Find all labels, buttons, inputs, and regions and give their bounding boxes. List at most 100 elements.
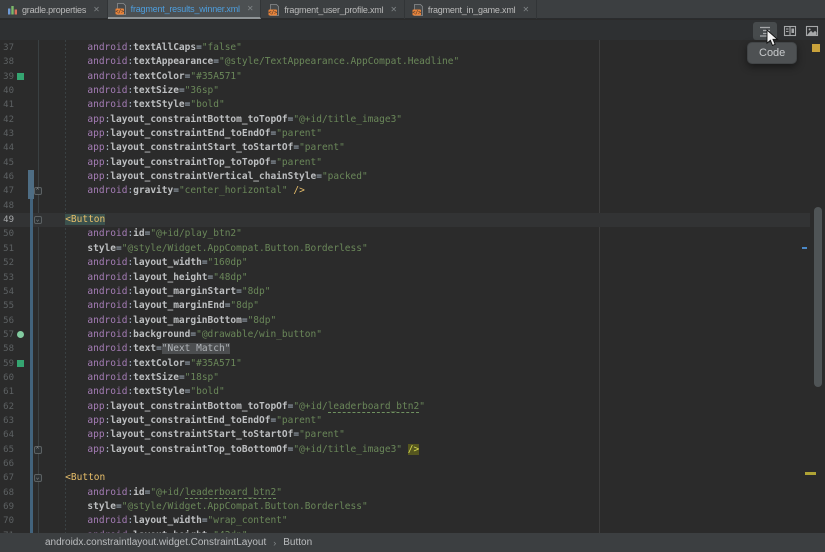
vcs-change-marker[interactable]: [30, 199, 33, 213]
code-line-54[interactable]: 54android:layout_marginStart="8dp": [0, 285, 810, 299]
code-line-63[interactable]: 63 app:layout_constraintEnd_toEndOf="pare…: [0, 414, 810, 428]
line-number: 59: [0, 357, 14, 371]
gutter: 37: [0, 41, 43, 55]
vcs-change-marker[interactable]: [30, 385, 33, 399]
gutter: 67⌄: [0, 471, 43, 485]
tab-fragment-user-profile[interactable]: </> fragment_user_profile.xml ✕: [261, 0, 405, 19]
vcs-change-marker[interactable]: [30, 271, 33, 285]
color-preview-swatch[interactable]: [17, 73, 24, 80]
error-stripe-mark-yellow[interactable]: [805, 472, 816, 475]
split-view-button[interactable]: [778, 22, 802, 40]
drawable-preview-icon[interactable]: [17, 331, 24, 338]
code-line-57[interactable]: 57android:background="@drawable/win_butt…: [0, 328, 810, 342]
fold-marker-icon[interactable]: ⌄: [34, 474, 42, 482]
vcs-change-marker[interactable]: [30, 371, 33, 385]
vcs-change-marker[interactable]: [28, 170, 34, 184]
code-line-39[interactable]: 39android:textColor="#35A571": [0, 70, 810, 84]
code-line-52[interactable]: 52android:layout_width="160dp": [0, 256, 810, 270]
vcs-change-marker[interactable]: [30, 414, 33, 428]
line-number: 61: [0, 385, 14, 399]
code-line-45[interactable]: 45app:layout_constraintTop_toTopOf="pare…: [0, 156, 810, 170]
code-line-62[interactable]: 62app:layout_constraintBottom_toTopOf="@…: [0, 400, 810, 414]
code-line-61[interactable]: 61android:textStyle="bold": [0, 385, 810, 399]
code-line-51[interactable]: 51style="@style/Widget.AppCompat.Button.…: [0, 242, 810, 256]
color-preview-swatch[interactable]: [17, 360, 24, 367]
tab-close-icon[interactable]: ✕: [390, 6, 397, 14]
code-line-70[interactable]: 70android:layout_width="wrap_content": [0, 514, 810, 528]
code-line-66[interactable]: 66: [0, 457, 810, 471]
vcs-change-marker[interactable]: [30, 357, 33, 371]
vcs-change-marker[interactable]: [30, 213, 33, 227]
fold-marker-icon[interactable]: ⌄: [34, 216, 42, 224]
design-view-button[interactable]: [800, 22, 824, 40]
line-number: 69: [0, 500, 14, 514]
vcs-change-marker[interactable]: [30, 486, 33, 500]
tab-close-icon[interactable]: ✕: [247, 5, 254, 13]
fold-marker-icon[interactable]: ⌃: [34, 187, 42, 195]
breadcrumb-item-constraintlayout[interactable]: androidx.constraintlayout.widget.Constra…: [45, 537, 266, 548]
code-line-58[interactable]: 58android:text="Next Match": [0, 342, 810, 356]
code-line-59[interactable]: 59android:textColor="#35A571": [0, 357, 810, 371]
code-line-53[interactable]: 53android:layout_height="48dp": [0, 271, 810, 285]
code-line-48[interactable]: 48: [0, 199, 810, 213]
code-editor[interactable]: 37android:textAllCaps="false"38android:t…: [0, 40, 825, 533]
code-line-64[interactable]: 64app:layout_constraintStart_toStartOf="…: [0, 428, 810, 442]
fold-marker-icon[interactable]: ⌃: [34, 446, 42, 454]
vcs-change-marker[interactable]: [30, 514, 33, 528]
code-line-42[interactable]: 42app:layout_constraintBottom_toTopOf="@…: [0, 113, 810, 127]
code-line-65[interactable]: 65⌃app:layout_constraintTop_toBottomOf="…: [0, 443, 810, 457]
inspection-status-square[interactable]: [812, 44, 820, 52]
code-line-60[interactable]: 60 android:textSize="18sp": [0, 371, 810, 385]
code-line-67[interactable]: 67⌄<Button: [0, 471, 810, 485]
line-number: 66: [0, 457, 14, 471]
vcs-change-marker[interactable]: [30, 443, 33, 457]
code-line-50[interactable]: 50android:id="@+id/play_btn2": [0, 227, 810, 241]
code-text: android:layout_marginStart="8dp": [87, 285, 270, 299]
code-line-44[interactable]: 44app:layout_constraintStart_toStartOf="…: [0, 141, 810, 155]
breadcrumb-item-button[interactable]: Button: [283, 537, 312, 548]
error-stripe-mark-blue[interactable]: [802, 247, 807, 249]
gutter: 63: [0, 414, 43, 428]
code-line-38[interactable]: 38android:textAppearance="@style/TextApp…: [0, 55, 810, 69]
line-number: 60: [0, 371, 14, 385]
code-line-47[interactable]: 47⌃android:gravity="center_horizontal" /…: [0, 184, 810, 198]
code-line-68[interactable]: 68android:id="@+id/leaderboard_btn2": [0, 486, 810, 500]
code-line-40[interactable]: 40android:textSize="36sp": [0, 84, 810, 98]
line-number: 63: [0, 414, 14, 428]
vcs-change-marker[interactable]: [30, 328, 33, 342]
vcs-change-marker[interactable]: [30, 299, 33, 313]
tab-fragment-results-winner[interactable]: </> fragment_results_winner.xml ✕: [108, 0, 262, 19]
tab-fragment-in-game[interactable]: </> fragment_in_game.xml ✕: [405, 0, 537, 19]
vcs-change-marker[interactable]: [30, 227, 33, 241]
code-line-55[interactable]: 55android:layout_marginEnd="8dp": [0, 299, 810, 313]
code-line-46[interactable]: 46app:layout_constraintVertical_chainSty…: [0, 170, 810, 184]
vcs-change-marker[interactable]: [30, 285, 33, 299]
vcs-change-marker[interactable]: [30, 242, 33, 256]
vcs-change-marker[interactable]: [30, 428, 33, 442]
code-text: android:layout_marginBottom="8dp": [87, 314, 276, 328]
vcs-change-marker[interactable]: [30, 314, 33, 328]
code-text: android:textSize="18sp": [87, 371, 219, 385]
vcs-change-marker[interactable]: [30, 256, 33, 270]
vcs-change-marker[interactable]: [30, 500, 33, 514]
code-line-41[interactable]: 41android:textStyle="bold": [0, 98, 810, 112]
code-text: app:layout_constraintEnd_toEndOf="parent…: [87, 414, 322, 428]
vcs-change-marker[interactable]: [30, 471, 33, 485]
tab-gradle-properties[interactable]: gradle.properties ✕: [0, 0, 108, 19]
vcs-change-marker[interactable]: [30, 342, 33, 356]
vertical-scrollbar[interactable]: [814, 207, 822, 387]
code-line-56[interactable]: 56 android:layout_marginBottom="8dp": [0, 314, 810, 328]
svg-text:</>: </>: [269, 10, 278, 16]
code-line-69[interactable]: 69style="@style/Widget.AppCompat.Button.…: [0, 500, 810, 514]
code-text: android:id="@+id/leaderboard_btn2": [87, 486, 282, 500]
tab-close-icon[interactable]: ✕: [93, 6, 100, 14]
line-number: 56: [0, 314, 14, 328]
code-line-43[interactable]: 43app:layout_constraintEnd_toEndOf="pare…: [0, 127, 810, 141]
vcs-change-marker[interactable]: [30, 400, 33, 414]
breadcrumb-bar: androidx.constraintlayout.widget.Constra…: [0, 533, 825, 552]
code-line-37[interactable]: 37android:textAllCaps="false": [0, 41, 810, 55]
code-line-49[interactable]: 49⌄<Button: [0, 213, 810, 227]
tab-close-icon[interactable]: ✕: [522, 6, 529, 14]
vcs-change-marker[interactable]: [30, 457, 33, 471]
gutter: 61: [0, 385, 43, 399]
